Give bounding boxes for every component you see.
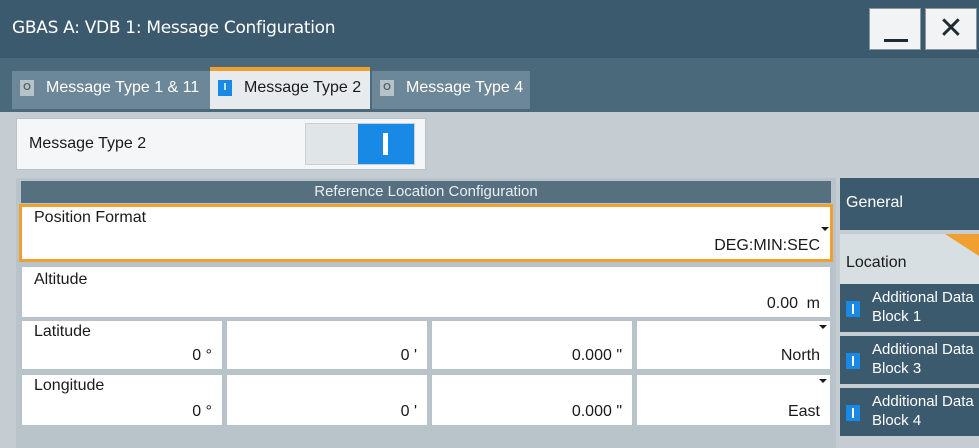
tab-message-type-2[interactable]: I Message Type 2 <box>210 67 370 109</box>
nav-additional-data-block-1[interactable]: Additional Data Block 1 <box>840 284 979 332</box>
chevron-down-icon <box>819 325 827 329</box>
side-navigation: General Location Additional Data Block 1… <box>840 178 979 448</box>
close-button[interactable]: ✕ <box>925 8 977 50</box>
latitude-minutes-value: 0 ' <box>400 347 417 364</box>
tab-bar: O Message Type 1 & 11 I Message Type 2 O… <box>0 58 979 112</box>
tab-message-type-1-11[interactable]: O Message Type 1 & 11 <box>12 71 210 109</box>
longitude-hemisphere-select[interactable]: East <box>636 374 831 426</box>
altitude-value: 0.00 <box>766 295 798 312</box>
tab-label: Message Type 4 <box>406 79 524 96</box>
nav-adb1-label: Additional Data Block 1 <box>872 289 974 325</box>
chevron-down-icon <box>819 379 827 383</box>
latitude-minutes-field[interactable]: 0 ' <box>226 320 428 370</box>
panel-header: Reference Location Configuration <box>21 181 831 203</box>
message-type-2-label: Message Type 2 <box>29 135 147 152</box>
tab-message-type-4[interactable]: O Message Type 4 <box>372 71 530 109</box>
position-format-label: Position Format <box>34 209 147 226</box>
title-bar: GBAS A: VDB 1: Message Configuration ✕ <box>0 0 979 59</box>
longitude-seconds-field[interactable]: 0.000 " <box>431 374 633 426</box>
latitude-seconds-field[interactable]: 0.000 " <box>431 320 633 370</box>
longitude-hemisphere-value: East <box>787 403 820 420</box>
altitude-label: Altitude <box>34 271 88 288</box>
longitude-degrees-value: 0 ° <box>192 403 212 420</box>
nav-general[interactable]: General <box>840 178 979 230</box>
position-format-select[interactable]: Position Format DEG:MIN:SEC <box>19 204 833 262</box>
position-format-value: DEG:MIN:SEC <box>714 237 820 254</box>
message-type-2-toggle[interactable] <box>305 123 415 165</box>
state-indicator-icon <box>846 353 860 369</box>
tab-label: Message Type 1 & 11 <box>46 79 200 96</box>
reference-location-panel: Reference Location Configuration Positio… <box>16 178 836 448</box>
latitude-degrees-field[interactable]: Latitude 0 ° <box>21 320 223 370</box>
message-type-2-row: Message Type 2 <box>16 118 426 170</box>
nav-additional-data-block-4[interactable]: Additional Data Block 4 <box>840 388 979 436</box>
latitude-hemisphere-value: North <box>780 347 820 364</box>
state-indicator-icon: O <box>380 80 394 96</box>
nav-adb4-label: Additional Data Block 4 <box>872 393 974 429</box>
state-indicator-icon <box>846 405 860 421</box>
latitude-hemisphere-select[interactable]: North <box>636 320 831 370</box>
chevron-down-icon <box>821 227 829 231</box>
altitude-unit: m <box>806 295 820 312</box>
longitude-minutes-value: 0 ' <box>400 403 417 420</box>
toggle-knob <box>358 124 414 164</box>
nav-adb3-label: Additional Data Block 3 <box>872 341 974 377</box>
window-title: GBAS A: VDB 1: Message Configuration <box>12 18 336 38</box>
nav-location-label: Location <box>846 254 907 271</box>
latitude-degrees-value: 0 ° <box>192 347 212 364</box>
minimize-button[interactable] <box>869 8 921 50</box>
longitude-degrees-field[interactable]: Longitude 0 ° <box>21 374 223 426</box>
altitude-field[interactable]: Altitude 0.00 m <box>21 266 831 318</box>
longitude-minutes-field[interactable]: 0 ' <box>226 374 428 426</box>
close-icon: ✕ <box>938 11 964 46</box>
state-indicator-icon: I <box>218 80 232 96</box>
latitude-label: Latitude <box>34 323 91 340</box>
nav-additional-data-block-3[interactable]: Additional Data Block 3 <box>840 336 979 384</box>
latitude-seconds-value: 0.000 " <box>571 347 622 364</box>
tab-label: Message Type 2 <box>244 79 362 96</box>
longitude-label: Longitude <box>34 377 105 394</box>
active-corner-marker <box>945 234 979 256</box>
nav-general-label: General <box>846 194 903 211</box>
longitude-seconds-value: 0.000 " <box>571 403 622 420</box>
state-indicator-icon <box>846 301 860 317</box>
state-indicator-icon: O <box>20 80 34 96</box>
minimize-icon <box>884 39 908 42</box>
